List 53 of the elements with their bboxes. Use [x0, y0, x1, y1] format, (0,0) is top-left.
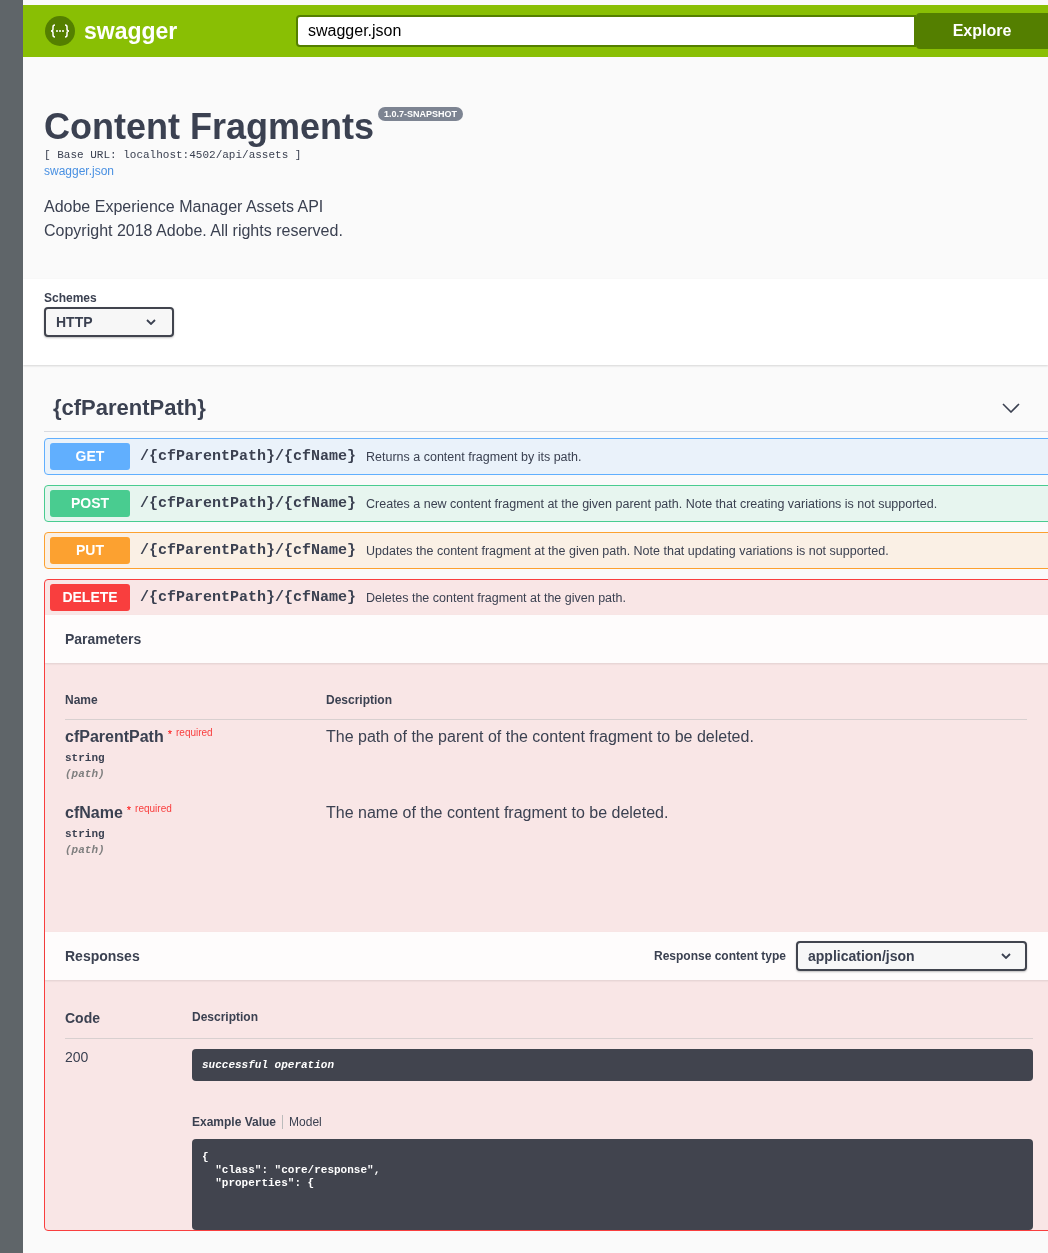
- code-line: "class": "core/response",: [214, 1164, 382, 1177]
- code-line: {: [202, 1151, 210, 1164]
- section-title: Parameters: [65, 631, 142, 647]
- response-code: 200: [65, 1049, 90, 1067]
- description-text: Copyright 2018 Adobe. All rights reserved.: [44, 221, 344, 241]
- operation-path[interactable]: /{cfParentPath}/{cfName}: [140, 542, 357, 559]
- operation-summary: Returns a content fragment by its path.: [366, 449, 582, 464]
- url-input[interactable]: swagger.json: [296, 15, 916, 47]
- operation-path[interactable]: /{cfParentPath}/{cfName}: [140, 495, 357, 512]
- base-url: [ Base URL: localhost:4502/api/assets ]: [44, 149, 303, 161]
- column-header: Description: [192, 1010, 258, 1026]
- parameter-location: (path): [65, 768, 106, 780]
- parameter-type: string: [65, 828, 106, 840]
- schemes-label: Schemes: [44, 291, 98, 305]
- parameter-description: The name of the content fragment to be deleted.: [326, 804, 669, 823]
- code-line: "properties": {: [214, 1177, 316, 1190]
- required-label: required: [135, 803, 172, 814]
- column-header: Description: [326, 693, 392, 707]
- operation-summary: Deletes the content fragment at the given path.: [366, 590, 626, 605]
- brand-name: swagger: [84, 17, 178, 45]
- chevron-down-icon: [1001, 953, 1011, 959]
- explore-button[interactable]: Explore: [916, 13, 1048, 49]
- response-description: successful operation: [192, 1049, 1033, 1081]
- schemes-select[interactable]: HTTP: [44, 307, 174, 337]
- method-badge: GET: [50, 443, 130, 470]
- parameter-location: (path): [65, 844, 106, 856]
- example-tab[interactable]: Example Value: [192, 1115, 277, 1129]
- section-title: Responses: [65, 948, 140, 964]
- parameter-name: cfParentPath: [65, 728, 164, 746]
- description-text: Adobe Experience Manager Assets API: [44, 197, 325, 217]
- required-mark: *: [167, 728, 172, 740]
- operation-summary: Updates the content fragment at the given path. Note that updating variations is not supported.: [366, 543, 889, 558]
- parameter-description: The path of the parent of the content fragment to be deleted.: [326, 728, 754, 747]
- operation-path[interactable]: /{cfParentPath}/{cfName}: [140, 448, 357, 465]
- method-badge: POST: [50, 490, 130, 517]
- operation-path[interactable]: /{cfParentPath}/{cfName}: [140, 589, 357, 606]
- method-badge: DELETE: [50, 584, 130, 611]
- method-badge: PUT: [50, 537, 130, 564]
- parameter-name: cfName: [65, 804, 123, 822]
- required-mark: *: [126, 804, 132, 816]
- content-type-label: Response content type: [653, 949, 786, 963]
- api-title: Content Fragments: [44, 105, 374, 149]
- example-tab[interactable]: Model: [289, 1115, 322, 1129]
- required-label: required: [176, 727, 213, 738]
- tag-header[interactable]: {cfParentPath}: [44, 385, 1048, 432]
- logo-icon: [45, 16, 75, 46]
- parameter-type: string: [65, 752, 106, 764]
- chevron-down-icon: [146, 319, 156, 325]
- column-header: Code: [65, 1010, 101, 1026]
- column-header: Name: [65, 693, 99, 707]
- version-badge: 1.0.7-SNAPSHOT: [378, 107, 464, 121]
- operation-summary: Creates a new content fragment at the given parent path. Note that creating variations is not supported.: [366, 496, 938, 511]
- content-type-select[interactable]: application/json: [796, 941, 1027, 971]
